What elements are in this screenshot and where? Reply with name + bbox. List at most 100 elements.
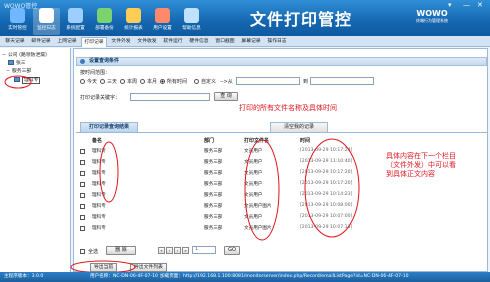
row-checkbox[interactable]	[80, 182, 85, 187]
tab-print-results[interactable]: 打印记录查询结果	[80, 122, 138, 132]
table-row[interactable]: 理科专 服务三部 文员用户图片 [2013-09-29 10:08:00]	[80, 202, 480, 212]
annotation-note-2: 具体内容在下一个栏目 （文件外发）中可以看 到具体正文内容	[386, 152, 456, 178]
backup-icon	[97, 8, 112, 23]
select-all-checkbox[interactable]	[80, 249, 85, 254]
row-file: 文员用户	[244, 149, 263, 154]
prev-page-button[interactable]: ‹	[166, 247, 173, 254]
toolbar-report-button[interactable]: 统计报表	[120, 8, 147, 35]
table-row[interactable]: 理科专 服务三部 文员用户 [2013-09-29 10:14:23]	[80, 191, 480, 201]
users-icon	[155, 8, 170, 23]
table-row[interactable]: 理科专 服务三部 文员用户 [2013-09-29 10:07:00]	[80, 213, 480, 223]
table-row[interactable]: 理科专 服务三部 文员用户图片 [2013-09-29 10:07:13]	[80, 224, 480, 234]
row-time: [2013-09-29 10:17:20]	[300, 181, 353, 186]
help-icon	[184, 8, 199, 23]
row-checkbox[interactable]	[80, 204, 85, 209]
row-time: [2013-09-29 10:07:13]	[300, 225, 353, 230]
query-section-header: 设置查询条件	[76, 57, 487, 66]
row-name: 理科专	[92, 182, 106, 187]
query-button[interactable]: 查 询	[214, 92, 238, 101]
tab-chat[interactable]: 聊天记录	[3, 37, 27, 47]
status-version: 主程序版本：3.0.0	[4, 274, 44, 279]
tab-screenshot[interactable]: 窗口截图	[213, 37, 237, 47]
row-file: 文员用户图片	[244, 204, 272, 209]
toolbar-config-button[interactable]: 系统配置	[62, 8, 89, 35]
first-page-button[interactable]: «	[158, 247, 165, 254]
row-name: 理科专	[92, 226, 106, 231]
row-checkbox[interactable]	[80, 215, 85, 220]
radio-custom[interactable]: 自定义	[194, 78, 216, 85]
select-all-label: 全选	[88, 249, 99, 255]
go-button[interactable]: GO	[224, 246, 240, 255]
module-tabs: 聊天记录 邮件记录 上网记录 打印记录 文件外发 文件收发 软件运行 硬件信息 …	[0, 36, 490, 47]
row-dept: 服务三部	[204, 182, 223, 187]
tree-root[interactable]: − 公司 (路领防泄漏)	[2, 51, 47, 58]
tab-file-send[interactable]: 文件外发	[109, 37, 133, 47]
row-dept: 服务三部	[204, 204, 223, 209]
tab-hardware[interactable]: 硬件信息	[187, 37, 211, 47]
row-checkbox[interactable]	[80, 193, 85, 198]
row-checkbox[interactable]	[80, 226, 85, 231]
export-current-button[interactable]: 导出当前	[90, 263, 118, 272]
radio-today[interactable]: 今天	[80, 78, 97, 85]
page-number-input[interactable]: 1	[192, 246, 216, 254]
tab-web[interactable]: 上网记录	[55, 37, 79, 47]
row-checkbox[interactable]	[80, 160, 85, 165]
computer-icon	[14, 77, 20, 82]
tab-oplog[interactable]: 操作日志	[265, 37, 289, 47]
row-dept: 服务三部	[204, 171, 223, 176]
row-checkbox[interactable]	[80, 171, 85, 176]
tab-file-transfer[interactable]: 文件收发	[135, 37, 159, 47]
toolbar-realtime-button[interactable]: 实时管控	[4, 8, 31, 35]
tab-clear-records[interactable]: 清空我的记录	[270, 122, 328, 132]
radio-all-time[interactable]: 所有时间	[160, 78, 187, 85]
row-dept: 服务三部	[204, 160, 223, 165]
row-name: 理科专	[92, 171, 106, 176]
radio-3days[interactable]: 三天	[100, 78, 117, 85]
delete-button[interactable]: 删 除	[106, 246, 136, 255]
row-dept: 服务三部	[204, 193, 223, 198]
monitor-icon	[10, 8, 25, 23]
menu-dropdown-icon[interactable]: ▾	[448, 1, 452, 9]
tab-email[interactable]: 邮件记录	[29, 37, 53, 47]
minimize-icon[interactable]: —	[463, 1, 470, 9]
row-file: 文员用户	[244, 171, 263, 176]
status-user: 用户名称：NC-DN-06-4F-07-10	[90, 274, 158, 279]
tree-node-selected[interactable]: 理科专	[14, 76, 41, 84]
tab-screen-record[interactable]: 屏幕记录	[239, 37, 263, 47]
row-time: [2013-09-29 11:10:40]	[300, 159, 353, 164]
radio-month[interactable]: 本月	[140, 78, 157, 85]
date-to-label: 到	[303, 79, 309, 85]
col-dept-header: 部门	[204, 138, 215, 144]
settings-icon	[68, 8, 83, 23]
row-time: [2013-09-29 10:14:23]	[300, 192, 353, 197]
title-toolbar: WOWO管控 ▾ — ✕ 实时管控 监控日志 系统配置 部署备份 统计报表 用户…	[0, 0, 490, 36]
table-row[interactable]: 理科专 服务三部 文员用户 [2013-09-29 10:17:20]	[80, 180, 480, 190]
tab-software[interactable]: 软件运行	[161, 37, 185, 47]
radio-week[interactable]: 本周	[120, 78, 137, 85]
last-page-button[interactable]: »	[182, 247, 189, 254]
row-file: 文员用户	[244, 215, 263, 220]
close-icon[interactable]: ✕	[477, 1, 483, 9]
toolbar-backup-button[interactable]: 部署备份	[91, 8, 118, 35]
toolbar-users-button[interactable]: 用户设置	[149, 8, 176, 35]
row-dept: 服务三部	[204, 149, 223, 154]
toolbar-help-button[interactable]: 帮助信息	[178, 8, 205, 35]
row-time: [2013-09-29 10:17:20]	[300, 170, 353, 175]
date-to-input[interactable]	[310, 77, 374, 85]
tree-node-dept[interactable]: − 服务三部	[6, 67, 31, 74]
row-checkbox[interactable]	[80, 149, 85, 154]
toolbar-logs-button[interactable]: 监控日志	[33, 8, 60, 35]
tree-node-zhangsan[interactable]: 张三	[8, 59, 26, 66]
keyword-label: 打印记录关键字：	[80, 95, 121, 101]
tab-print[interactable]: 打印记录	[81, 37, 107, 47]
next-page-button[interactable]: ›	[174, 247, 181, 254]
row-time: [2013-09-29 10:07:00]	[300, 214, 353, 219]
row-name: 理科专	[92, 193, 106, 198]
date-from-input[interactable]	[236, 77, 300, 85]
keyword-input[interactable]	[130, 93, 210, 101]
export-all-button[interactable]: 导出文件列表	[130, 263, 167, 272]
org-tree: − 公司 (路领防泄漏) 张三 − 服务三部 理科专	[0, 48, 71, 272]
status-load-url: 加载页面：http://192.168.1.100:8081/monitorse…	[160, 274, 409, 279]
annotation-note-1: 打印的所有文件名称及具体时间	[239, 104, 337, 112]
row-name: 理科专	[92, 204, 106, 209]
